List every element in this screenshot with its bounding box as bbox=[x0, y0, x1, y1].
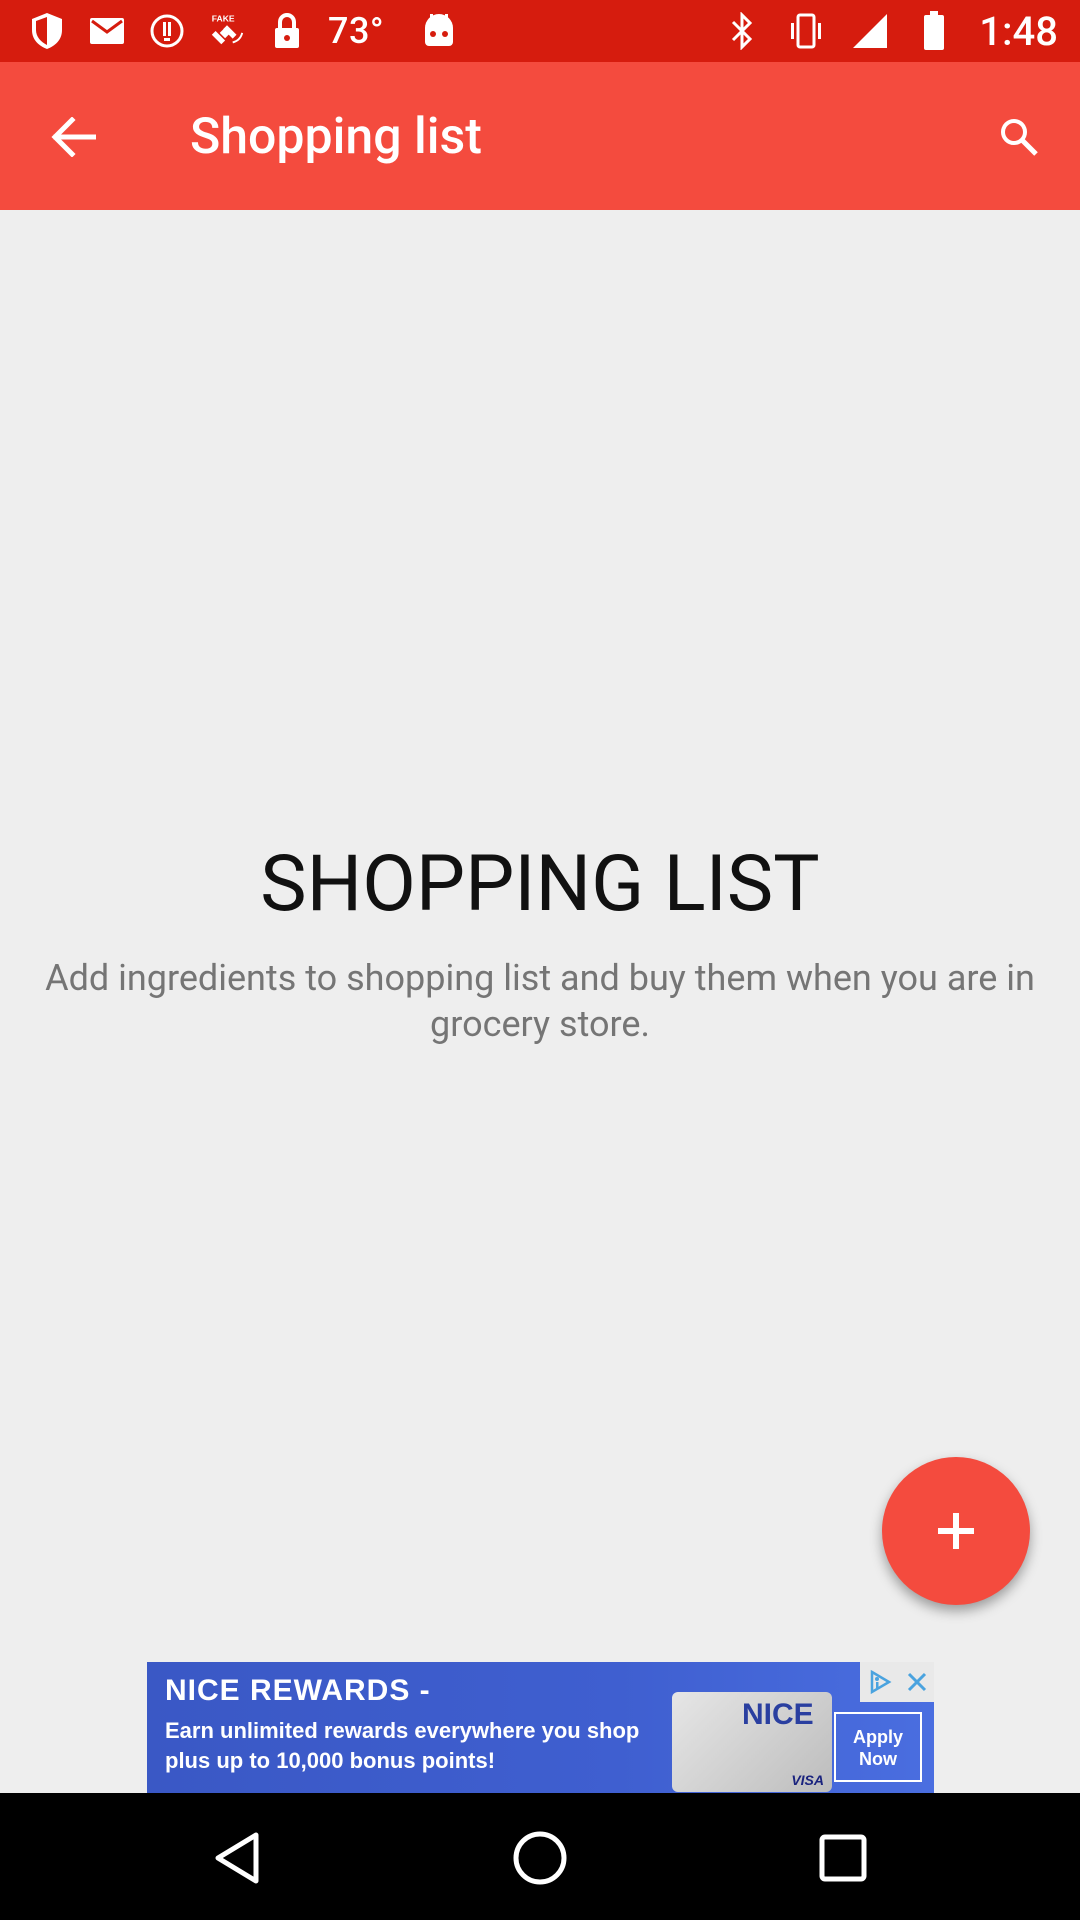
search-button[interactable] bbox=[984, 102, 1054, 172]
status-clock: 1:48 bbox=[979, 7, 1058, 55]
close-icon[interactable] bbox=[906, 1671, 928, 1693]
signal-icon bbox=[851, 12, 889, 50]
ad-card-brand: VISA bbox=[791, 1772, 824, 1788]
nav-home-button[interactable] bbox=[505, 1823, 575, 1893]
main-content: SHOPPING LIST Add ingredients to shoppin… bbox=[0, 210, 1080, 1662]
lock-icon bbox=[268, 12, 306, 50]
add-item-button[interactable] bbox=[882, 1457, 1030, 1605]
recents-square-icon bbox=[819, 1834, 867, 1882]
home-circle-icon bbox=[513, 1831, 567, 1885]
ad-apply-button[interactable]: Apply Now bbox=[834, 1712, 922, 1782]
back-arrow-icon bbox=[51, 117, 96, 157]
status-bar-right: 1:48 bbox=[723, 6, 1058, 56]
ad-body: Earn unlimited rewards everywhere you sh… bbox=[165, 1718, 640, 1773]
ad-banner[interactable]: NICE REWARDS - Earn unlimited rewards ev… bbox=[147, 1662, 934, 1793]
vibrate-icon bbox=[787, 12, 825, 50]
android-icon bbox=[420, 12, 458, 50]
ad-choices[interactable] bbox=[860, 1662, 934, 1702]
status-bar: FAKE 73° 1:48 bbox=[0, 0, 1080, 62]
search-icon bbox=[1001, 119, 1038, 156]
ad-card-image: NICE VISA bbox=[672, 1692, 832, 1792]
battery-icon bbox=[915, 11, 953, 50]
fake-gps-icon: FAKE bbox=[208, 12, 246, 50]
app-bar: Shopping list bbox=[0, 62, 1080, 210]
back-button[interactable] bbox=[38, 102, 108, 172]
nav-recents-button[interactable] bbox=[808, 1823, 878, 1893]
empty-state-description: Add ingredients to shopping list and buy… bbox=[45, 957, 1035, 1045]
temperature-text: 73° bbox=[328, 10, 385, 52]
page-title: Shopping list bbox=[190, 108, 482, 166]
plus-icon bbox=[938, 1513, 974, 1549]
shield-icon bbox=[28, 12, 66, 50]
empty-state-heading: SHOPPING LIST bbox=[260, 839, 820, 930]
adchoices-icon[interactable] bbox=[867, 1669, 893, 1695]
back-triangle-icon bbox=[215, 1832, 259, 1884]
ad-title: NICE REWARDS - bbox=[165, 1674, 431, 1707]
bluetooth-icon bbox=[723, 12, 761, 50]
system-nav-bar bbox=[0, 1793, 1080, 1920]
alert-icon bbox=[148, 12, 186, 50]
nav-back-button[interactable] bbox=[202, 1823, 272, 1893]
gmail-icon bbox=[88, 12, 126, 50]
svg-text:FAKE: FAKE bbox=[212, 14, 235, 24]
status-bar-left: FAKE 73° bbox=[28, 10, 458, 52]
ad-card-label: NICE bbox=[742, 1698, 814, 1731]
